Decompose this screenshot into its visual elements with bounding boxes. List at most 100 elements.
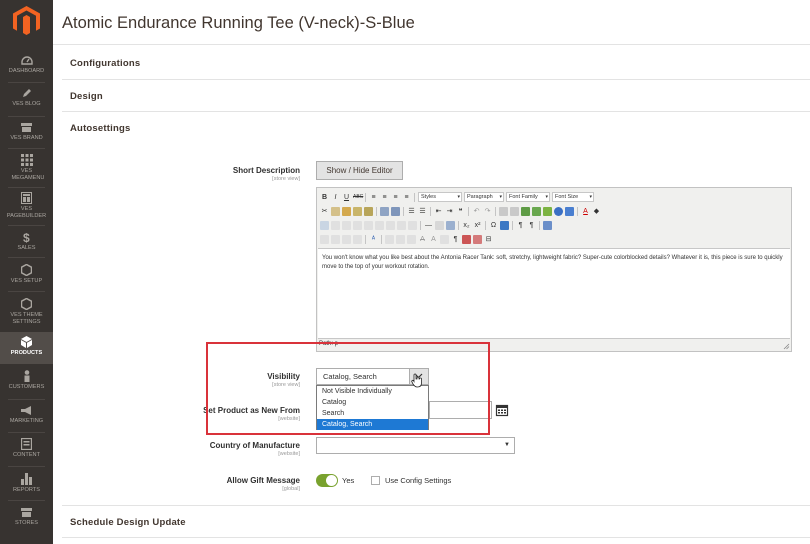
numbered-list-icon[interactable]: ☰ — [418, 207, 427, 216]
insert-layer-icon[interactable] — [320, 234, 329, 244]
strikethrough-icon[interactable]: ABC — [353, 193, 363, 202]
magento-logo[interactable] — [13, 6, 40, 36]
align-left-icon[interactable]: ≡ — [369, 193, 378, 202]
insert-col-icon[interactable] — [375, 220, 384, 230]
styles-props-icon[interactable]: ᴬ — [369, 235, 378, 244]
del-icon[interactable]: A — [418, 235, 427, 244]
split-cells-icon[interactable] — [408, 220, 417, 230]
bullet-list-icon[interactable]: ☰ — [407, 207, 416, 216]
section-design[interactable]: Design — [70, 91, 103, 102]
delete-row-icon[interactable] — [364, 220, 373, 230]
image-icon[interactable] — [532, 206, 541, 216]
visual-aid-icon[interactable] — [446, 220, 455, 230]
bold-icon[interactable]: B — [320, 193, 329, 202]
show-hide-editor-button[interactable]: Show / Hide Editor — [316, 161, 403, 180]
absolute-icon[interactable] — [353, 234, 362, 244]
subscript-icon[interactable]: x₂ — [462, 221, 471, 230]
media-icon[interactable] — [500, 220, 509, 230]
underline-icon[interactable]: U — [342, 193, 351, 202]
section-configurations[interactable]: Configurations — [70, 58, 140, 69]
superscript-icon[interactable]: x² — [473, 221, 482, 230]
nav-reports[interactable]: REPORTS — [0, 473, 53, 494]
nav-stores[interactable]: STORES — [0, 507, 53, 527]
text-color-icon[interactable]: A — [581, 207, 590, 216]
paste-icon[interactable] — [342, 206, 351, 216]
insert-row-icon[interactable] — [353, 220, 362, 230]
outdent-icon[interactable]: ⇤ — [434, 207, 443, 216]
anchor-icon[interactable] — [521, 206, 530, 216]
nav-ves-blog[interactable]: VES BLOG — [0, 88, 53, 108]
acronym-icon[interactable] — [407, 234, 416, 244]
section-autosettings[interactable]: Autosettings — [70, 123, 130, 134]
code-icon[interactable] — [565, 206, 574, 216]
styles-select[interactable]: Styles — [418, 192, 462, 202]
nav-ves-theme-settings[interactable]: VES THEME SETTINGS — [0, 298, 53, 325]
font-family-select[interactable]: Font Family — [506, 192, 550, 202]
remove-format-icon[interactable] — [435, 220, 444, 230]
nav-customers[interactable]: CUSTOMERS — [0, 370, 53, 391]
find-icon[interactable] — [380, 206, 389, 216]
undo-icon[interactable]: ↶ — [472, 207, 481, 216]
ins-icon[interactable]: A — [429, 235, 438, 244]
align-justify-icon[interactable]: ≡ — [402, 193, 411, 202]
nav-label: SALES — [17, 245, 36, 251]
gift-message-toggle[interactable] — [316, 474, 338, 487]
hr-icon[interactable]: — — [424, 221, 433, 230]
nav-content[interactable]: CONTENT — [0, 438, 53, 459]
cleanup-icon[interactable] — [543, 206, 552, 216]
merge-cells-icon[interactable] — [397, 220, 406, 230]
non-breaking-icon[interactable] — [462, 234, 471, 244]
indent-icon[interactable]: ⇥ — [445, 207, 454, 216]
delete-col-icon[interactable] — [386, 220, 395, 230]
special-char-icon[interactable]: Ω — [489, 221, 498, 230]
editor-content[interactable]: You won't know what you like best about … — [318, 248, 790, 339]
nav-ves-megamenu[interactable]: VES MEGAMENU — [0, 154, 53, 181]
page-break-icon[interactable] — [473, 234, 482, 244]
nav-ves-pagebuilder[interactable]: VES PAGEBUILDER — [0, 192, 53, 219]
nav-products[interactable]: PRODUCTS — [0, 332, 53, 364]
cut-icon[interactable]: ✂ — [320, 207, 329, 216]
country-label: Country of Manufacture [website] — [210, 441, 300, 457]
move-backward-icon[interactable] — [342, 234, 351, 244]
attribs-icon[interactable] — [440, 234, 449, 244]
cite-icon[interactable] — [385, 234, 394, 244]
copy-icon[interactable] — [331, 206, 340, 216]
fullscreen-icon[interactable] — [543, 220, 552, 230]
calendar-icon[interactable] — [495, 403, 509, 417]
abbr-icon[interactable] — [396, 234, 405, 244]
italic-icon[interactable]: I — [331, 193, 340, 202]
show-blocks-icon[interactable]: ¶ — [451, 235, 460, 244]
nav-marketing[interactable]: MARKETING — [0, 405, 53, 425]
redo-icon[interactable]: ↷ — [483, 207, 492, 216]
font-size-select[interactable]: Font Size — [552, 192, 594, 202]
paste-word-icon[interactable] — [364, 206, 373, 216]
nav-dashboard[interactable]: DASHBOARD — [0, 56, 53, 75]
country-select[interactable]: ▼ — [316, 437, 515, 454]
label-text: Short Description — [232, 166, 300, 175]
store-icon — [21, 508, 32, 517]
template-icon[interactable]: ⊟ — [484, 235, 493, 244]
paste-text-icon[interactable] — [353, 206, 362, 216]
nav-ves-setup[interactable]: VES SETUP — [0, 264, 53, 285]
align-center-icon[interactable]: ≡ — [380, 193, 389, 202]
move-forward-icon[interactable] — [331, 234, 340, 244]
rtl-icon[interactable]: ¶ — [527, 221, 536, 230]
replace-icon[interactable] — [391, 206, 400, 216]
table-icon[interactable] — [320, 220, 329, 230]
nav-sales[interactable]: $ SALES — [0, 231, 53, 252]
ltr-icon[interactable]: ¶ — [516, 221, 525, 230]
cell-props-icon[interactable] — [342, 220, 351, 230]
nav-ves-brand[interactable]: VES BRAND — [0, 122, 53, 142]
background-color-icon[interactable]: ◆ — [592, 207, 601, 216]
paragraph-select[interactable]: Paragraph — [464, 192, 504, 202]
use-config-checkbox[interactable] — [371, 476, 380, 485]
align-right-icon[interactable]: ≡ — [391, 193, 400, 202]
link-icon[interactable] — [499, 206, 508, 216]
row-props-icon[interactable] — [331, 220, 340, 230]
dollar-icon: $ — [23, 231, 30, 243]
blockquote-icon[interactable]: ❝ — [456, 207, 465, 216]
resize-handle-icon[interactable] — [783, 343, 790, 350]
section-schedule-design-update[interactable]: Schedule Design Update — [70, 517, 186, 528]
unlink-icon[interactable] — [510, 206, 519, 216]
help-icon[interactable] — [554, 206, 563, 216]
